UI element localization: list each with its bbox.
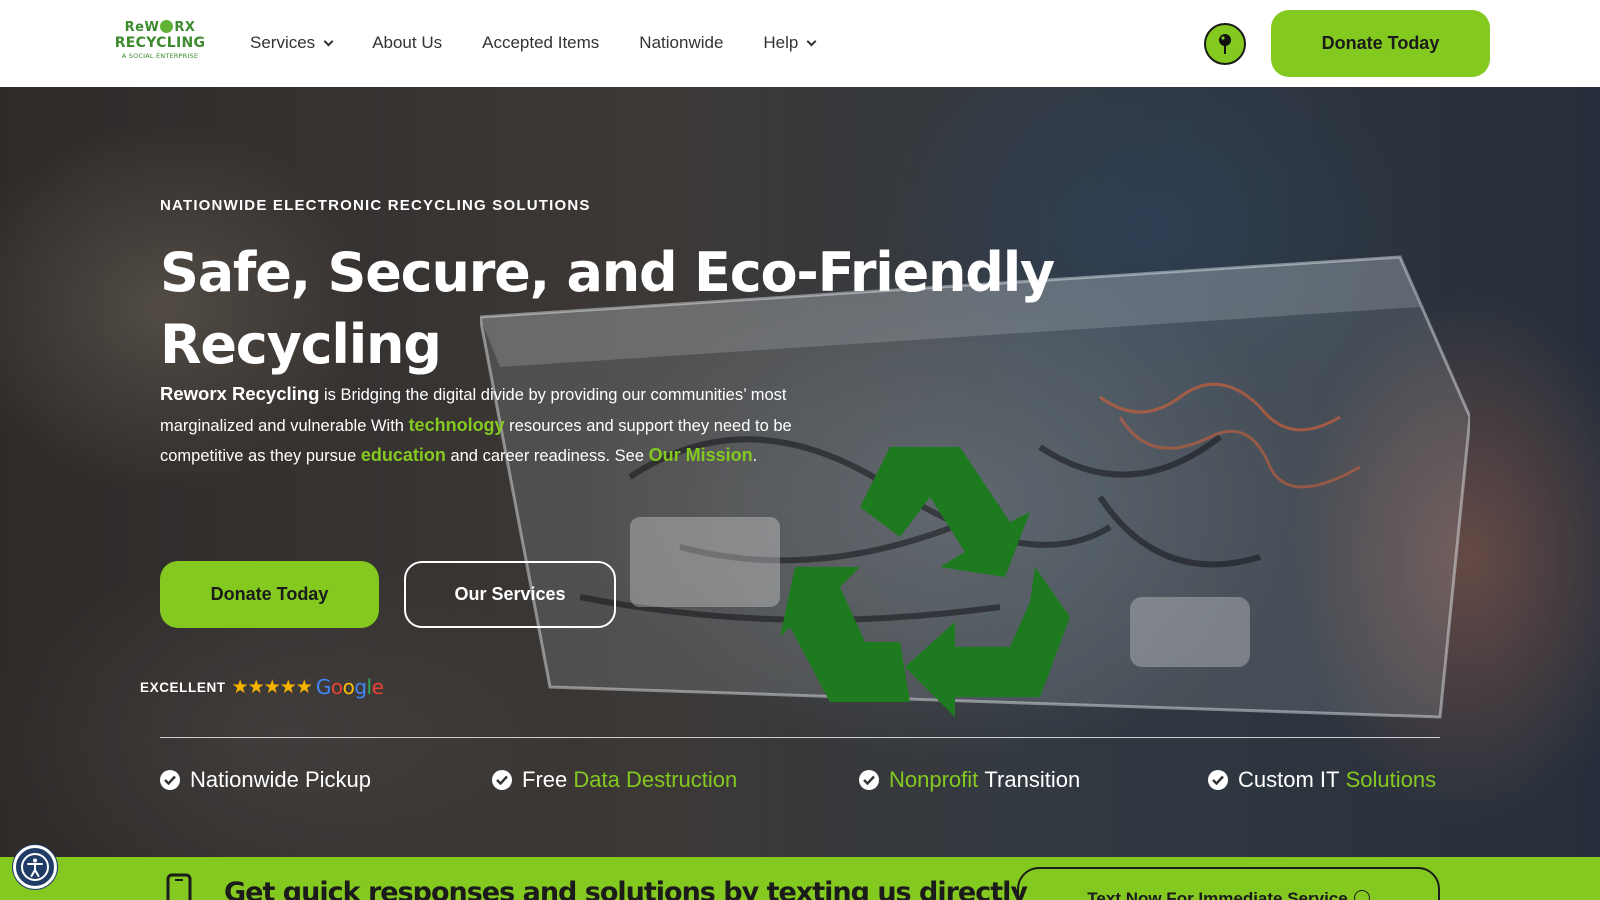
hero-intro: Reworx Recycling is Bridging the digital… [160, 379, 800, 472]
nav-item-services[interactable]: Services [250, 30, 334, 56]
location-button[interactable] [1204, 23, 1246, 65]
logo-line-2: RECYCLING [114, 35, 206, 51]
google-letter: o [330, 675, 343, 699]
nav-item-nationwide[interactable]: Nationwide [639, 30, 723, 56]
education-link[interactable]: education [361, 445, 446, 465]
feature-list: Nationwide Pickup Free Data Destruction … [160, 767, 1440, 801]
our-services-button[interactable]: Our Services [404, 561, 616, 628]
nav-item-help[interactable]: Help [763, 30, 817, 56]
feature-data-destruction: Free Data Destruction [492, 767, 737, 793]
our-mission-link[interactable]: Our Mission [649, 445, 753, 465]
chevron-down-icon [806, 36, 817, 46]
feature-text: Custom IT [1238, 767, 1340, 792]
headline-line-2: Recycling [160, 313, 442, 376]
brand-name: Reworx Recycling [160, 383, 320, 404]
google-letter: e [371, 675, 384, 699]
logo-line-1: ReW RX [124, 20, 196, 35]
nav-item-label: About Us [372, 33, 443, 52]
logo-tagline: A SOCIAL ENTERPRISE [121, 52, 199, 60]
nav-item-label: Services [250, 33, 316, 52]
hero-eyebrow: NATIONWIDE ELECTRONIC RECYCLING SOLUTION… [160, 197, 591, 214]
google-letter: o [342, 675, 355, 699]
hero-divider [160, 737, 1440, 738]
arrow-circle-icon [1353, 890, 1370, 900]
nav-item-about-us[interactable]: About Us [372, 30, 442, 56]
donate-today-button[interactable]: Donate Today [160, 561, 379, 628]
intro-text: and career readiness. See [445, 447, 649, 465]
reworx-logo[interactable]: ReW RX RECYCLING A SOCIAL ENTERPRISE [110, 20, 210, 66]
check-circle-icon [859, 770, 879, 790]
main-nav: Services About Us Accepted Items Nationw… [250, 30, 855, 56]
feature-nationwide-pickup: Nationwide Pickup [160, 767, 371, 793]
feature-custom-it-solutions: Custom IT Solutions [1208, 767, 1436, 793]
nav-item-label: Accepted Items [482, 33, 600, 52]
feature-nonprofit-transition: Nonprofit Transition [859, 767, 1080, 793]
feature-text: Nationwide Pickup [190, 767, 371, 792]
check-circle-icon [1208, 770, 1228, 790]
check-circle-icon [492, 770, 512, 790]
google-letter: G [315, 675, 332, 699]
check-circle-icon [160, 770, 180, 790]
feature-text: Free [522, 767, 568, 792]
feature-text: Transition [984, 767, 1081, 792]
feature-highlight: Data Destruction [573, 767, 738, 792]
nav-item-label: Nationwide [639, 33, 724, 52]
text-us-bar: Get quick responses and solutions by tex… [0, 857, 1600, 900]
hero-headline: Safe, Secure, and Eco-Friendly Recycling [160, 237, 1080, 381]
hero-content: NATIONWIDE ELECTRONIC RECYCLING SOLUTION… [140, 87, 1460, 857]
header-donate-button[interactable]: Donate Today [1271, 10, 1490, 77]
rating-label: EXCELLENT [140, 679, 226, 695]
accessibility-icon [21, 853, 49, 881]
mobile-phone-icon [166, 873, 192, 900]
logo-recycle-icon [160, 20, 174, 33]
google-rating[interactable]: EXCELLENT ★★★★★ Google [140, 675, 384, 699]
accessibility-button[interactable] [13, 845, 57, 889]
chevron-down-icon [323, 36, 334, 46]
text-now-label: Text Now For Immediate Service [1087, 889, 1348, 900]
nav-item-label: Help [763, 33, 799, 52]
star-rating-icon: ★★★★★ [231, 676, 313, 698]
text-bar-title: Get quick responses and solutions by tex… [224, 877, 1028, 900]
intro-text: . [752, 447, 758, 465]
nav-item-accepted-items[interactable]: Accepted Items [482, 30, 599, 56]
headline-line-1: Safe, Secure, and Eco-Friendly [160, 241, 1055, 304]
google-logo: Google [316, 675, 384, 699]
feature-highlight: Solutions [1345, 767, 1437, 792]
hero-section: NATIONWIDE ELECTRONIC RECYCLING SOLUTION… [0, 87, 1600, 857]
map-pin-icon [1219, 34, 1231, 54]
technology-link[interactable]: technology [409, 415, 505, 435]
google-letter: g [354, 675, 367, 699]
site-header: ReW RX RECYCLING A SOCIAL ENTERPRISE Serv… [0, 0, 1600, 87]
text-now-button[interactable]: Text Now For Immediate Service [1017, 867, 1440, 900]
feature-highlight: Nonprofit [889, 767, 979, 792]
